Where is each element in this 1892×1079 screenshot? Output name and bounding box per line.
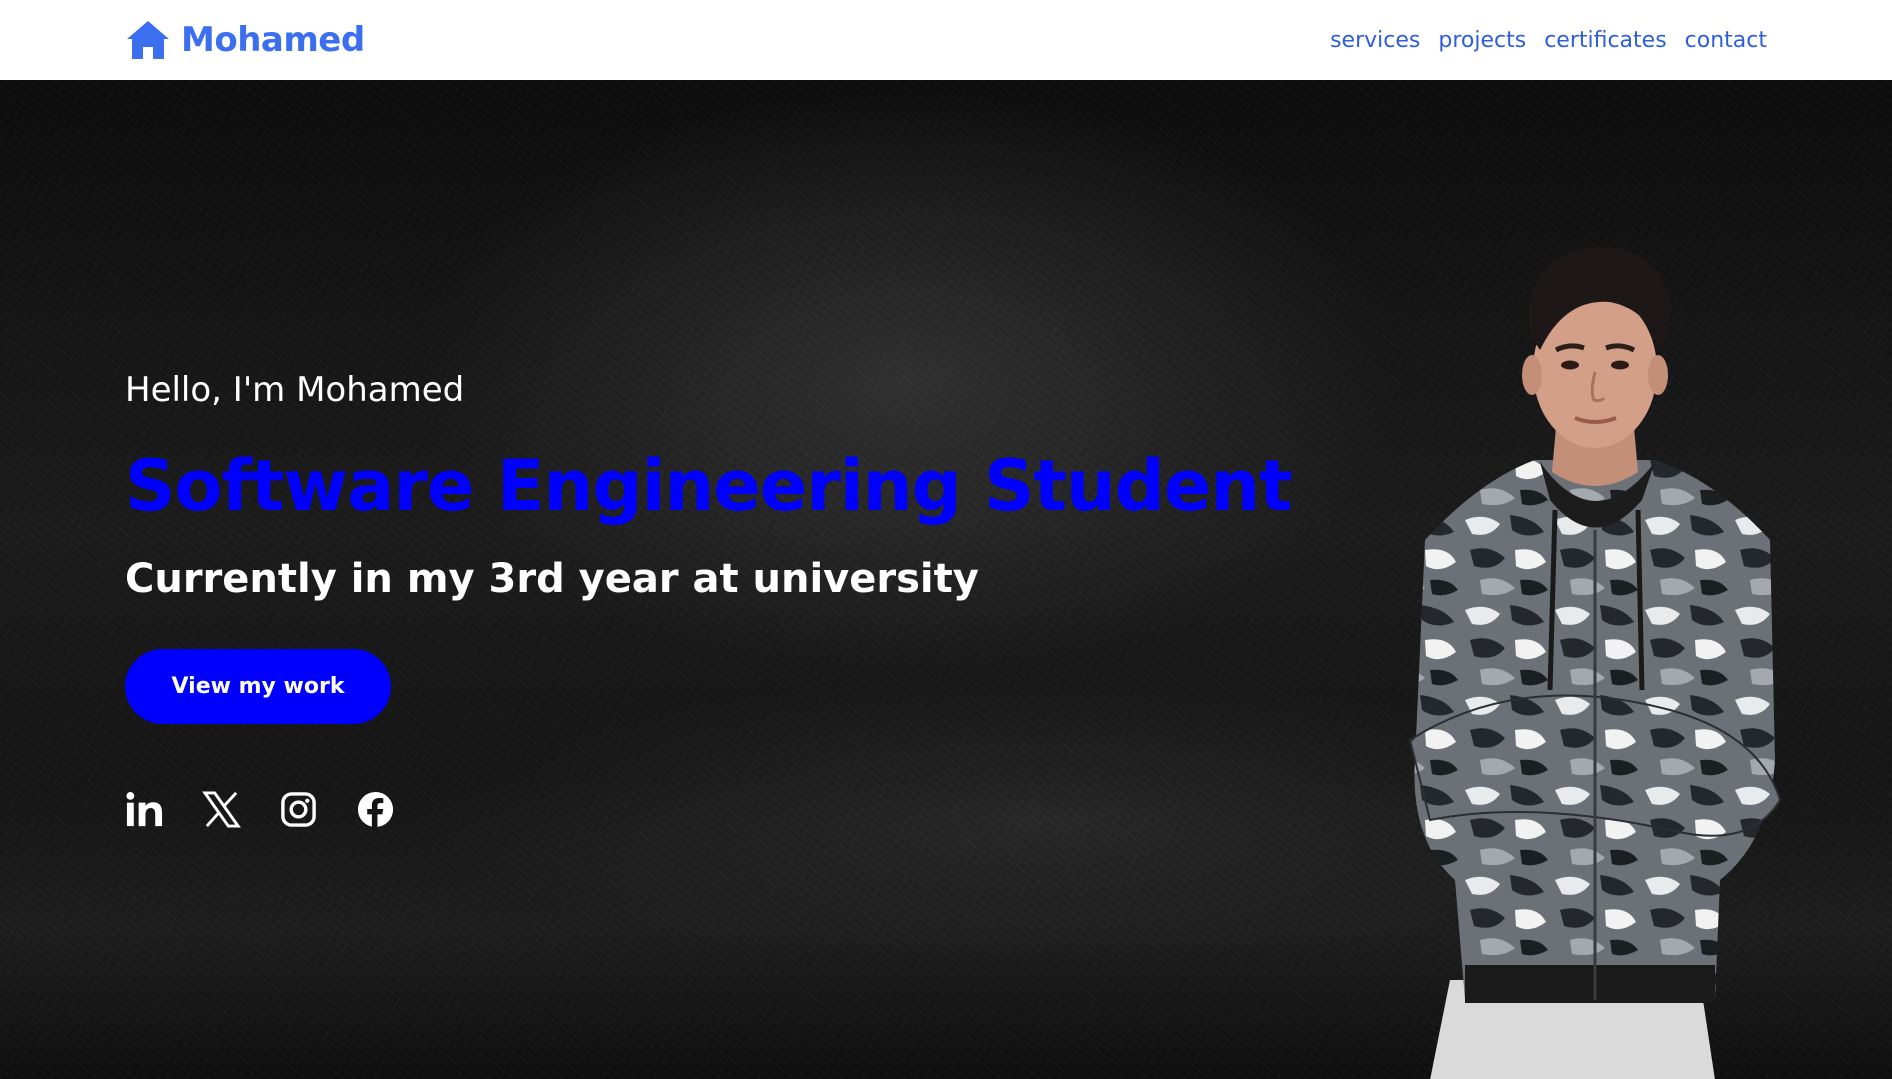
nav-link-certificates[interactable]: certificates: [1544, 28, 1666, 53]
facebook-icon[interactable]: [356, 790, 395, 829]
x-icon[interactable]: [202, 790, 241, 829]
nav-link-contact[interactable]: contact: [1685, 28, 1767, 53]
linkedin-icon[interactable]: [125, 790, 164, 829]
nav-link-projects[interactable]: projects: [1438, 28, 1526, 53]
hero-role-title: Software Engineering Student: [125, 445, 1293, 527]
brand-link[interactable]: Mohamed: [125, 19, 365, 61]
site-header: Mohamed services projects certificates c…: [0, 0, 1892, 80]
home-icon: [125, 19, 171, 61]
social-links: [125, 790, 395, 829]
hero-subtitle: Currently in my 3rd year at university: [125, 556, 979, 602]
hero-greeting: Hello, I'm Mohamed: [125, 370, 465, 410]
main-nav: services projects certificates contact: [1330, 28, 1767, 53]
hero-section: Hello, I'm Mohamed Software Engineering …: [0, 80, 1892, 1079]
nav-link-services[interactable]: services: [1330, 28, 1420, 53]
view-my-work-button[interactable]: View my work: [125, 649, 391, 724]
person-portrait: [1408, 247, 1782, 1079]
brand-name: Mohamed: [181, 20, 365, 60]
instagram-icon[interactable]: [279, 790, 318, 829]
